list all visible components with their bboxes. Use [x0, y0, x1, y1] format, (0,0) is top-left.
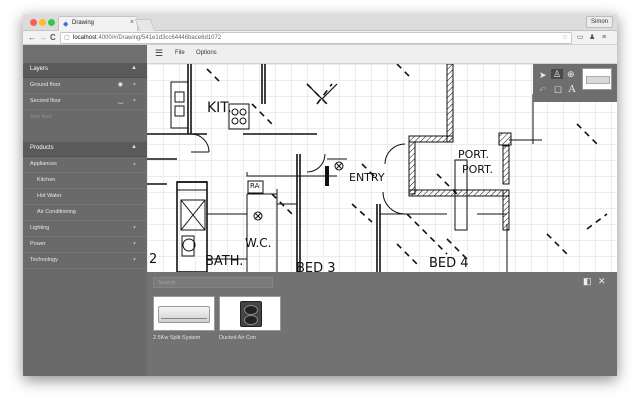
browser-menu-icon[interactable]: ≡ — [602, 32, 606, 43]
profile-button[interactable]: Simon — [585, 16, 613, 28]
subcategory-label: Kitchen — [37, 177, 56, 183]
hamburger-menu-icon[interactable]: ☰ — [155, 48, 163, 59]
room-label-wc: W.C. — [245, 236, 272, 250]
tab-close-icon[interactable]: × — [130, 19, 134, 26]
browser-tab[interactable]: ◆ Drawing × — [58, 16, 138, 31]
text-tool-icon[interactable]: A — [568, 84, 576, 95]
dock-panel-icon[interactable]: ◧ — [583, 276, 592, 287]
new-tab-button[interactable] — [134, 19, 156, 31]
layers-header[interactable]: Layers ▲ — [23, 63, 147, 78]
chevron-down-icon[interactable]: ▼ — [132, 82, 137, 88]
url-host: localhost — [73, 35, 97, 41]
chevron-down-icon[interactable]: ▼ — [132, 257, 137, 263]
room-label-entry: ENTRY — [349, 171, 385, 184]
stamp-tool-icon[interactable]: ♙ — [551, 69, 564, 79]
close-window-button[interactable] — [30, 19, 37, 26]
drawing-canvas[interactable]: KIT. RA W.C. BATH. ENTRY PORT. PORT. BED… — [147, 64, 617, 272]
product-card-ducted-air-con[interactable] — [219, 296, 281, 331]
subcategory-hot-water[interactable]: Hot Water — [23, 189, 147, 205]
page-icon: ▢ — [64, 35, 70, 41]
wall-tool-icon[interactable]: ↶ — [539, 85, 547, 95]
product-label: 2.5Kw Split System — [153, 335, 201, 341]
forward-button[interactable]: → — [39, 32, 47, 43]
subcategory-label: Air Conditioning — [37, 209, 76, 215]
browser-window: ◆ Drawing × Simon ← → C ▢ localhost:4000… — [23, 14, 617, 376]
url-path: :4000/#/Drawing/541e1d3cc64446bace6d1072 — [96, 35, 222, 41]
category-lighting[interactable]: Lighting ▼ — [23, 221, 147, 237]
product-panel: Search ◧ ✕ 2.5Kw Split System Ducted Air… — [147, 272, 617, 376]
bookmark-star-icon[interactable]: ☆ — [562, 33, 568, 43]
back-button[interactable]: ← — [28, 32, 36, 43]
products-header-label: Products — [30, 145, 54, 151]
menu-bar: ☰ File Options — [147, 45, 617, 64]
rectangle-tool-icon[interactable]: ☐ — [554, 85, 562, 95]
eye-closed-icon[interactable]: ‿ — [118, 97, 123, 104]
subcategory-air-conditioning[interactable]: Air Conditioning — [23, 205, 147, 221]
category-label: Lighting — [30, 225, 50, 231]
product-search-input[interactable]: Search — [153, 277, 273, 288]
collapse-layers-icon[interactable]: ▲ — [131, 65, 137, 71]
menu-options[interactable]: Options — [196, 50, 217, 56]
category-label: Power — [30, 241, 46, 247]
chevron-up-icon[interactable]: ▲ — [132, 161, 137, 167]
minimize-window-button[interactable] — [39, 19, 46, 26]
app: Layers ▲ Ground floor ◉ ▼ Second floor ‿… — [23, 45, 617, 376]
product-card-split-system[interactable] — [153, 296, 215, 331]
room-label-kitchen: KIT. — [207, 100, 232, 116]
room-label-bath: BATH. — [205, 254, 244, 269]
category-technology[interactable]: Technology ▼ — [23, 253, 147, 269]
chevron-down-icon[interactable]: ▼ — [132, 225, 137, 231]
layer-label: Ground floor — [30, 82, 61, 88]
room-label-bed3: BED 3 — [296, 261, 336, 272]
subcategory-label: Hot Water — [37, 193, 62, 199]
subcategory-kitchen[interactable]: Kitchen — [23, 173, 147, 189]
product-label: Ducted Air Con — [219, 335, 256, 341]
maximize-window-button[interactable] — [48, 19, 55, 26]
products-header[interactable]: Products ▲ — [23, 142, 147, 157]
selected-product-thumbnail[interactable] — [582, 68, 612, 90]
select-tool-icon[interactable]: ➤ — [539, 70, 547, 80]
category-appliances[interactable]: Appliances ▲ — [23, 157, 147, 173]
chevron-down-icon[interactable]: ▼ — [132, 98, 137, 104]
category-label: Technology — [30, 257, 58, 263]
menu-file[interactable]: File — [175, 50, 185, 56]
room-label-bed4: BED 4 — [429, 256, 469, 271]
layer-second-floor[interactable]: Second floor ‿ ▼ — [23, 94, 147, 110]
split-system-image — [158, 306, 210, 323]
reload-button[interactable]: C — [50, 32, 56, 43]
room-label-port-2: PORT. — [462, 163, 494, 176]
layer-label: Second floor — [30, 98, 61, 104]
room-label-2: 2 — [149, 252, 158, 267]
category-label: Appliances — [30, 161, 57, 167]
layer-ground-floor[interactable]: Ground floor ◉ ▼ — [23, 78, 147, 94]
tab-strip: ◆ Drawing × Simon — [23, 14, 617, 31]
address-bar: ← → C ▢ localhost:4000/#/Drawing/541e1d3… — [23, 31, 617, 45]
tool-panel: ➤ ♙ ⊕ ↶ ☐ A — [533, 64, 617, 102]
sidebar: Layers ▲ Ground floor ◉ ▼ Second floor ‿… — [23, 45, 147, 376]
add-floor-label: Add floor — [30, 114, 53, 120]
url-field[interactable]: ▢ localhost:4000/#/Drawing/541e1d3cc6444… — [60, 32, 572, 44]
tab-title: Drawing — [72, 20, 95, 26]
cast-icon[interactable]: ▭ — [577, 32, 584, 43]
app-favicon-icon: ◆ — [63, 21, 69, 28]
extension-icon[interactable]: ♟ — [589, 32, 595, 43]
room-label-port-1: PORT. — [458, 148, 490, 161]
close-panel-icon[interactable]: ✕ — [598, 276, 606, 287]
zoom-tool-icon[interactable]: ⊕ — [567, 69, 575, 79]
eye-icon[interactable]: ◉ — [118, 81, 123, 88]
ducted-unit-image — [240, 301, 262, 327]
room-label-ra: RA — [250, 182, 260, 190]
layers-header-label: Layers — [30, 66, 49, 72]
collapse-products-icon[interactable]: ▲ — [131, 144, 137, 150]
add-floor-button[interactable]: Add floor — [23, 110, 147, 125]
url-text: localhost:4000/#/Drawing/541e1d3cc64446b… — [73, 33, 221, 43]
chevron-down-icon[interactable]: ▼ — [132, 241, 137, 247]
category-power[interactable]: Power ▼ — [23, 237, 147, 253]
